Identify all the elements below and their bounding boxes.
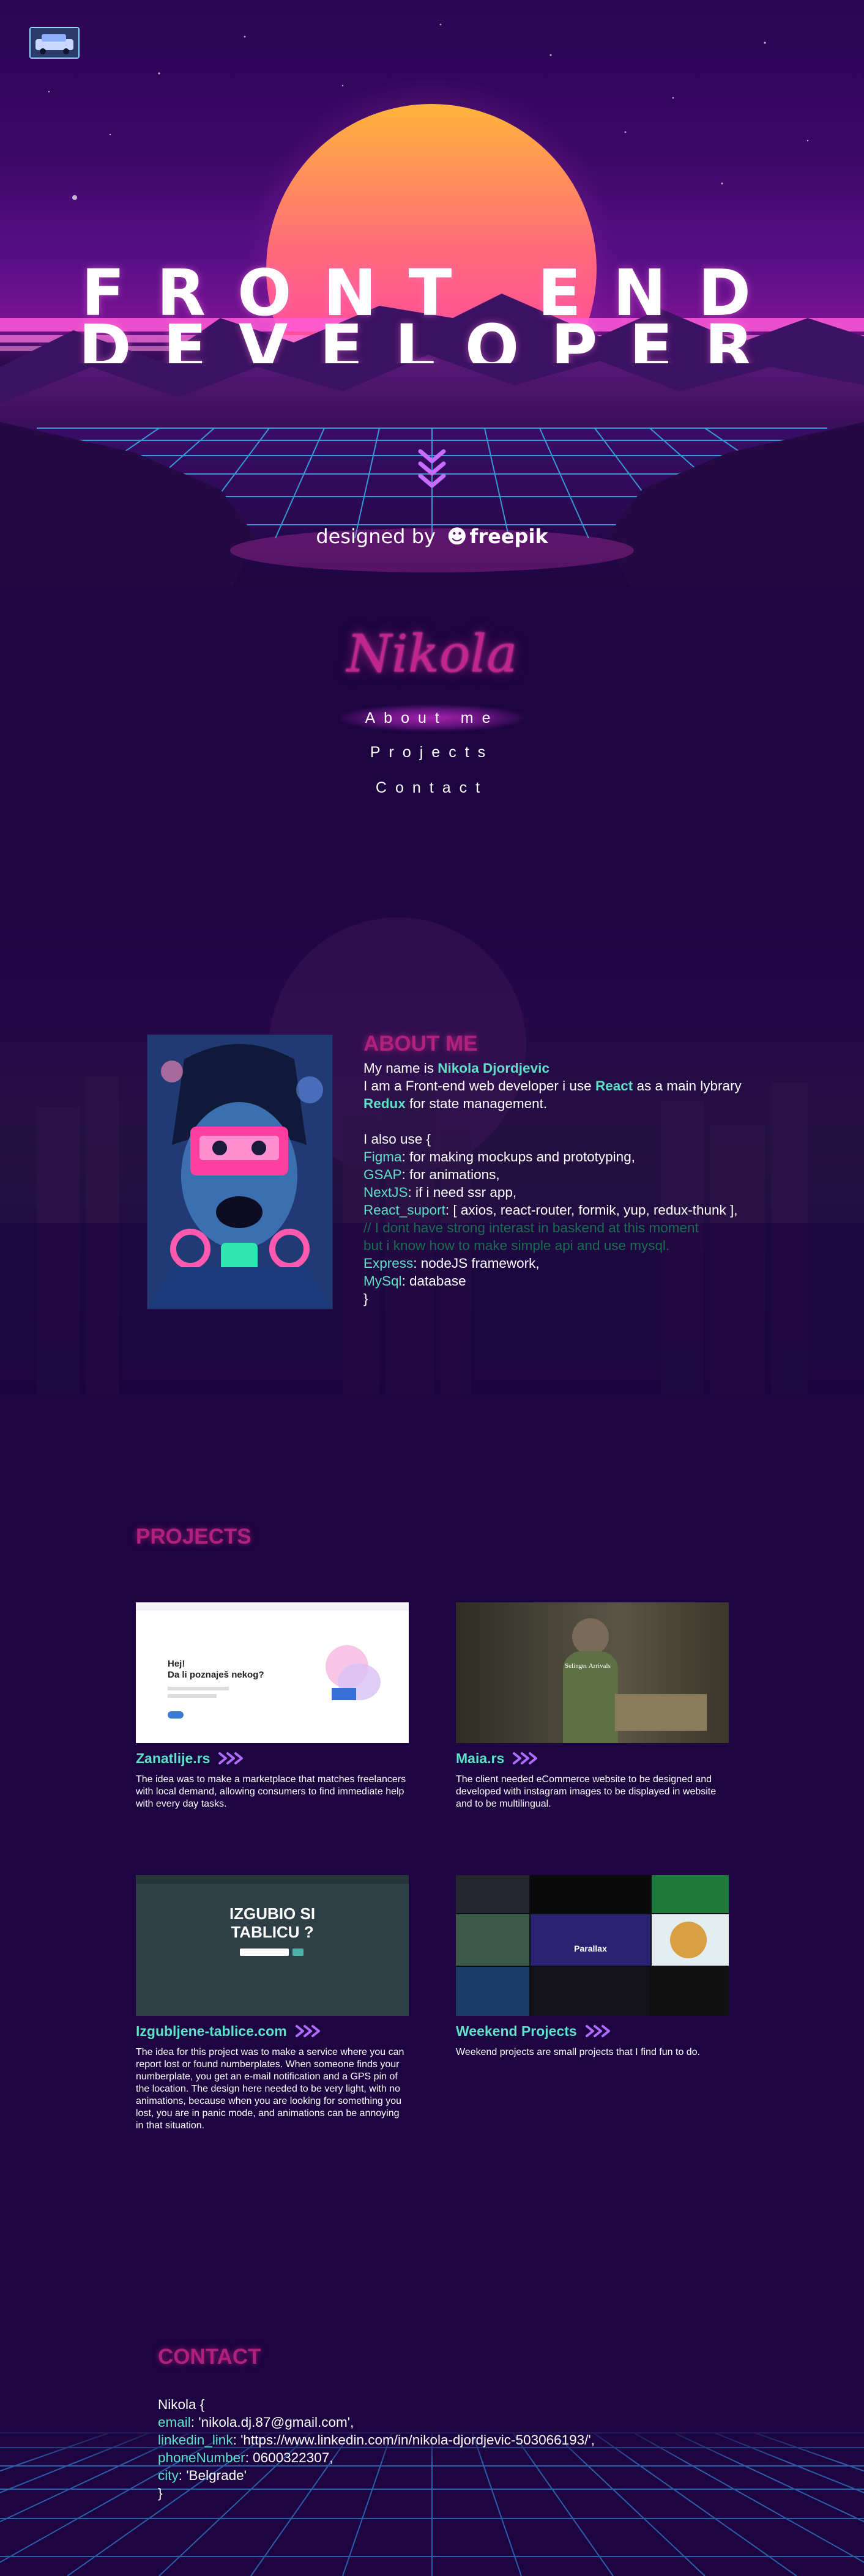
contact-close: } (158, 2485, 163, 2501)
projects-heading: PROJECTS (136, 1525, 251, 1549)
scroll-down-chevrons-icon[interactable] (417, 445, 447, 488)
comment-line: but i know how to make simple api and us… (363, 1238, 670, 1253)
design-credit: designed by ☻ freepik (0, 525, 864, 548)
navigation-section: Nikola About me Projects Contact (0, 587, 864, 844)
contact-linkedin[interactable]: linkedin_link: 'https://www.linkedin.com… (158, 2431, 595, 2449)
project-description: The client needed eCommerce website to b… (456, 1774, 717, 1809)
tool-line: MySql: database (363, 1273, 466, 1289)
project-description: Weekend projects are small projects that… (456, 2047, 701, 2057)
freepik-icon: ☻ (447, 525, 467, 548)
project-preview-zanatlije[interactable]: Hej! Da li poznaješ nekog? (136, 1602, 409, 1743)
hero-section: FRONT END DEVELOPER designed by ☻ freepik (0, 0, 864, 587)
credit-prefix: designed by (316, 525, 436, 548)
contact-email[interactable]: email: 'nikola.dj.87@gmail.com', (158, 2413, 595, 2431)
project-preview-weekend[interactable]: Parallax (456, 1875, 729, 2016)
tool-line: NextJS: if i need ssr app, (363, 1185, 517, 1200)
tool-line: React_suport: [ axios, react-router, for… (363, 1202, 738, 1218)
about-intro-line: My name is Nikola Djordjevic (363, 1060, 549, 1076)
hero-title-line-2: DEVELOPER (78, 311, 786, 363)
car-icon (31, 28, 78, 57)
tool-line: GSAP: for animations, (363, 1167, 500, 1182)
contact-section: CONTACT Nikola { email: 'nikola.dj.87@gm… (0, 2287, 864, 2576)
double-chevron-right-icon[interactable] (512, 1752, 538, 1765)
project-description: The idea for this project was to make a … (136, 2047, 404, 2131)
project-title[interactable]: Zanatlije.rs (136, 1750, 210, 1767)
project-title[interactable]: Maia.rs (456, 1750, 504, 1767)
nav-item-contact[interactable]: Contact (340, 774, 524, 801)
double-chevron-right-icon[interactable] (294, 2024, 321, 2038)
nav-item-projects[interactable]: Projects (340, 739, 524, 766)
about-section: ABOUT ME My name is Nikola Djordjevic I … (0, 844, 864, 1394)
name-highlight: Nikola Djordjevic (438, 1060, 549, 1076)
contact-details: Nikola { email: 'nikola.dj.87@gmail.com'… (158, 2396, 595, 2502)
closing-brace: } (363, 1291, 368, 1306)
project-description: The idea was to make a marketplace that … (136, 1774, 406, 1809)
project-preview-maia[interactable]: Selinger Arrivals (456, 1602, 729, 1743)
nav-item-about-me[interactable]: About me (340, 705, 524, 731)
tool-line: Figma: for making mockups and prototypin… (363, 1149, 635, 1164)
credit-brand[interactable]: freepik (469, 525, 548, 548)
cassette-person-illustration (147, 1035, 332, 1309)
contact-phone[interactable]: phoneNumber: 0600322307, (158, 2449, 595, 2467)
about-text: My name is Nikola Djordjevic I am a Fron… (363, 1059, 829, 1308)
contact-open: Nikola { (158, 2397, 205, 2412)
retro-car-logo[interactable] (29, 27, 80, 59)
comment-line: // I dont have strong interast in basken… (363, 1220, 699, 1235)
about-role-line: I am a Front-end web developer i use Rea… (363, 1078, 742, 1094)
profile-illustration (147, 1034, 333, 1309)
project-preview-izgubljene[interactable]: IZGUBIO SI TABLICU ? (136, 1875, 409, 2016)
about-heading: ABOUT ME (363, 1032, 478, 1056)
tool-line: Express: nodeJS framework, (363, 1256, 540, 1271)
contact-city: city: 'Belgrade' (158, 2468, 247, 2483)
project-title[interactable]: Weekend Projects (456, 2023, 577, 2040)
about-state-line: Redux for state management. (363, 1096, 548, 1111)
also-use-line: I also use { (363, 1131, 431, 1147)
double-chevron-right-icon[interactable] (217, 1752, 244, 1765)
project-title[interactable]: Izgubljene-tablice.com (136, 2023, 287, 2040)
contact-heading: CONTACT (158, 2345, 261, 2369)
double-chevron-right-icon[interactable] (584, 2024, 611, 2038)
logo-signature[interactable]: Nikola (0, 624, 864, 684)
